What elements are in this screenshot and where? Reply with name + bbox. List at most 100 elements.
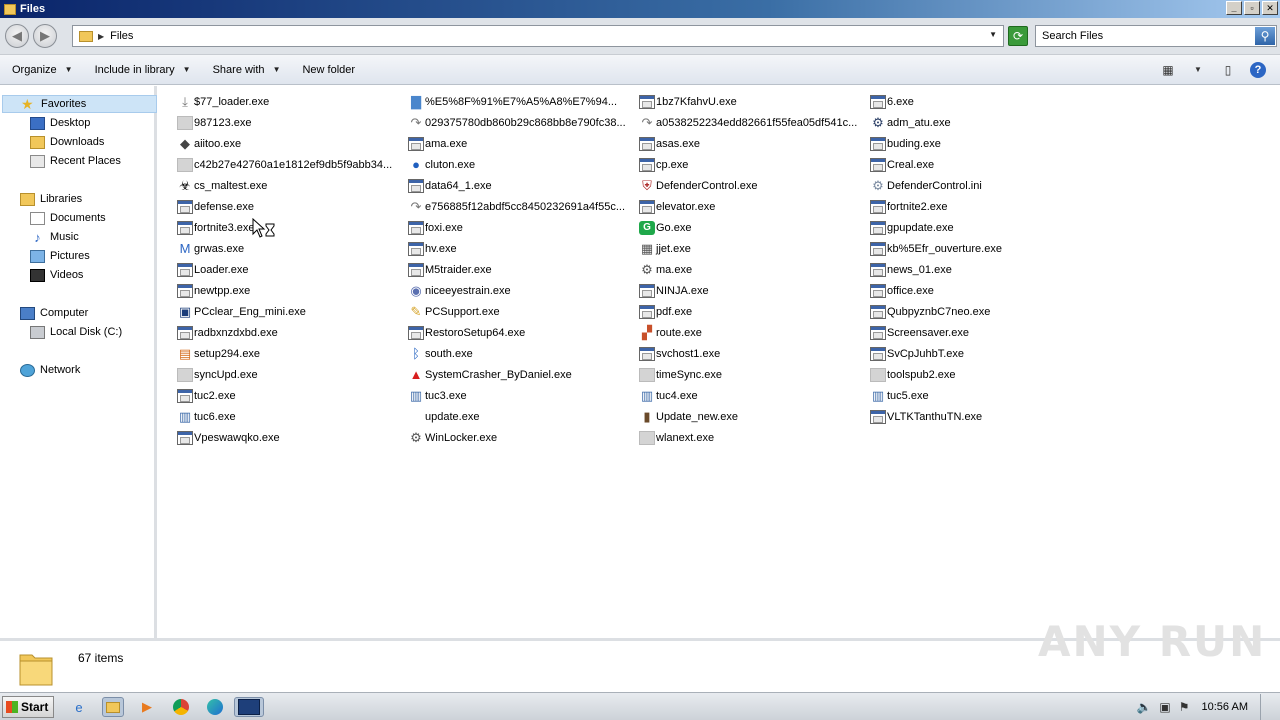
edge-icon[interactable]: [204, 697, 226, 717]
nav-downloads[interactable]: Downloads: [30, 133, 104, 151]
back-button[interactable]: ◀: [5, 24, 29, 48]
file-item[interactable]: fortnite2.exe: [870, 197, 948, 216]
file-item[interactable]: ✎ PCSupport.exe: [408, 302, 500, 321]
maximize-button[interactable]: ▫: [1244, 1, 1260, 15]
file-item[interactable]: defense.exe: [177, 197, 254, 216]
internet-explorer-icon[interactable]: e: [68, 697, 90, 717]
explorer-icon[interactable]: [102, 697, 124, 717]
file-item[interactable]: NINJA.exe: [639, 281, 709, 300]
file-item[interactable]: VLTKTanthuTN.exe: [870, 407, 982, 426]
file-item[interactable]: newtpp.exe: [177, 281, 250, 300]
network-tray-icon[interactable]: ▣: [1159, 700, 1170, 714]
file-item[interactable]: elevator.exe: [639, 197, 715, 216]
file-item[interactable]: kb%5Efr_ouverture.exe: [870, 239, 1002, 258]
file-item[interactable]: ↷ a0538252234edd82661f55fea05df541c...: [639, 113, 858, 132]
file-item[interactable]: Creal.exe: [870, 155, 934, 174]
chevron-down-icon[interactable]: ▼: [1190, 63, 1206, 77]
refresh-button[interactable]: ⟳: [1008, 26, 1028, 46]
file-item[interactable]: ▞ route.exe: [639, 323, 702, 342]
file-item[interactable]: ⤓ $77_loader.exe: [177, 92, 269, 111]
file-item[interactable]: Loader.exe: [177, 260, 248, 279]
file-item[interactable]: G Go.exe: [639, 218, 691, 237]
breadcrumb-arrow-icon[interactable]: ▶: [98, 32, 104, 41]
organize-menu[interactable]: Organize ▼: [12, 64, 73, 76]
file-item[interactable]: buding.exe: [870, 134, 941, 153]
nav-computer[interactable]: Computer: [20, 304, 88, 322]
search-input[interactable]: [1036, 26, 1246, 46]
chevron-down-icon[interactable]: ▼: [989, 30, 997, 39]
file-item[interactable]: ▤ setup294.exe: [177, 344, 260, 363]
file-item[interactable]: ▥ tuc5.exe: [870, 386, 929, 405]
nav-videos[interactable]: Videos: [30, 266, 83, 284]
file-item[interactable]: ᛒ south.exe: [408, 344, 473, 363]
new-folder-button[interactable]: New folder: [302, 64, 355, 76]
file-item[interactable]: ⛨ DefenderControl.exe: [639, 176, 757, 195]
file-item[interactable]: fortnite3.exe: [177, 218, 255, 237]
file-item[interactable]: data64_1.exe: [408, 176, 492, 195]
chrome-icon[interactable]: [170, 697, 192, 717]
speaker-icon[interactable]: 🔈: [1136, 700, 1151, 714]
media-player-icon[interactable]: ▶: [136, 697, 158, 717]
nav-recent-places[interactable]: Recent Places: [30, 152, 121, 170]
view-options-icon[interactable]: ▦: [1160, 63, 1176, 77]
file-item[interactable]: QubpyznbC7neo.exe: [870, 302, 990, 321]
include-in-library-menu[interactable]: Include in library ▼: [95, 64, 191, 76]
file-item[interactable]: ▥ tuc4.exe: [639, 386, 698, 405]
file-item[interactable]: update.exe: [408, 407, 479, 426]
nav-favorites[interactable]: ★ Favorites: [2, 95, 157, 113]
file-item[interactable]: office.exe: [870, 281, 934, 300]
file-item[interactable]: ⚙ DefenderControl.ini: [870, 176, 982, 195]
search-icon[interactable]: ⚲: [1255, 27, 1275, 45]
file-item[interactable]: ▥ tuc3.exe: [408, 386, 467, 405]
file-item[interactable]: asas.exe: [639, 134, 700, 153]
app-window-icon[interactable]: [234, 697, 264, 717]
help-icon[interactable]: ?: [1250, 62, 1266, 78]
file-item[interactable]: 6.exe: [870, 92, 914, 111]
file-item[interactable]: 987123.exe: [177, 113, 252, 132]
file-item[interactable]: cp.exe: [639, 155, 688, 174]
file-item[interactable]: syncUpd.exe: [177, 365, 258, 384]
file-item[interactable]: ● cluton.exe: [408, 155, 475, 174]
file-item[interactable]: pdf.exe: [639, 302, 692, 321]
file-item[interactable]: foxi.exe: [408, 218, 463, 237]
file-item[interactable]: radbxnzdxbd.exe: [177, 323, 278, 342]
file-item[interactable]: ↷ 029375780db860b29c868bb8e790fc38...: [408, 113, 626, 132]
show-desktop-button[interactable]: [1260, 694, 1272, 720]
file-item[interactable]: ama.exe: [408, 134, 467, 153]
nav-documents[interactable]: Documents: [30, 209, 106, 227]
file-item[interactable]: ▦ jjet.exe: [639, 239, 691, 258]
file-item[interactable]: ⚙ adm_atu.exe: [870, 113, 950, 132]
forward-button[interactable]: ▶: [33, 24, 57, 48]
file-item[interactable]: RestoroSetup64.exe: [408, 323, 525, 342]
file-item[interactable]: ↷ e756885f12abdf5cc8450232691a4f55c...: [408, 197, 625, 216]
nav-local-disk[interactable]: Local Disk (C:): [30, 323, 122, 341]
file-item[interactable]: ☣ cs_maltest.exe: [177, 176, 267, 195]
file-item[interactable]: ◉ niceeyestrain.exe: [408, 281, 510, 300]
file-item[interactable]: wlanext.exe: [639, 428, 714, 447]
file-item[interactable]: 1bz7KfahvU.exe: [639, 92, 737, 111]
flag-tray-icon[interactable]: ⚑: [1179, 700, 1190, 714]
file-item[interactable]: ▇ %E5%8F%91%E7%A5%A8%E7%94...: [408, 92, 617, 111]
file-item[interactable]: c42b27e42760a1e1812ef9db5f9abb34...: [177, 155, 392, 174]
clock[interactable]: 10:56 AM: [1202, 701, 1248, 713]
close-button[interactable]: ✕: [1262, 1, 1278, 15]
file-item[interactable]: ⚙ WinLocker.exe: [408, 428, 497, 447]
file-item[interactable]: ▣ PCclear_Eng_mini.exe: [177, 302, 306, 321]
file-item[interactable]: ◆ aiitoo.exe: [177, 134, 241, 153]
file-item[interactable]: ▲ SystemCrasher_ByDaniel.exe: [408, 365, 572, 384]
file-item[interactable]: ⚙ ma.exe: [639, 260, 692, 279]
nav-pictures[interactable]: Pictures: [30, 247, 90, 265]
breadcrumb-files[interactable]: Files: [110, 30, 133, 42]
file-item[interactable]: ▮ Update_new.exe: [639, 407, 738, 426]
nav-network[interactable]: Network: [20, 361, 80, 379]
nav-desktop[interactable]: Desktop: [30, 114, 90, 132]
minimize-button[interactable]: _: [1226, 1, 1242, 15]
file-item[interactable]: timeSync.exe: [639, 365, 722, 384]
file-item[interactable]: Screensaver.exe: [870, 323, 969, 342]
file-item[interactable]: gpupdate.exe: [870, 218, 954, 237]
file-item[interactable]: SvCpJuhbT.exe: [870, 344, 964, 363]
file-item[interactable]: tuc2.exe: [177, 386, 236, 405]
nav-music[interactable]: ♪ Music: [30, 228, 78, 246]
file-item[interactable]: Mgrwas.exe: [177, 239, 245, 258]
file-item[interactable]: news_01.exe: [870, 260, 952, 279]
